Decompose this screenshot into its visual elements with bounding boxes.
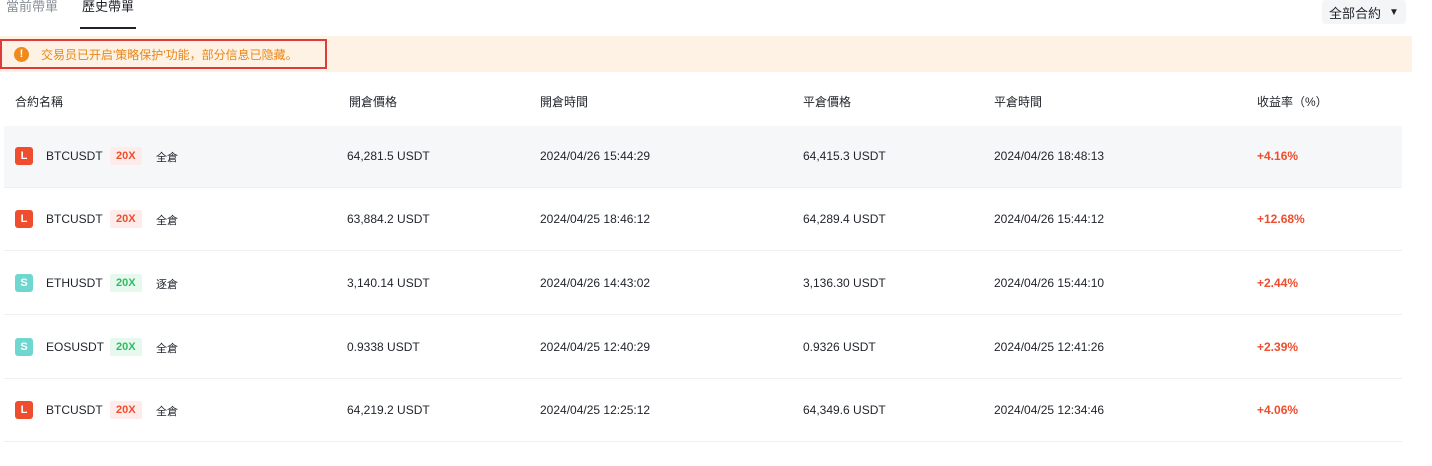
- contract-symbol: BTCUSDT: [46, 403, 103, 417]
- table-row[interactable]: L BTCUSDT 20X 全倉 64,219.2 USDT 2024/04/25 12:…: [4, 380, 1402, 442]
- contract-symbol: BTCUSDT: [46, 149, 103, 163]
- contract-filter-dropdown[interactable]: 全部合約 ▼: [1322, 0, 1406, 24]
- open-price: 0.9338 USDT: [347, 340, 420, 354]
- leverage-badge: 20X: [110, 147, 142, 165]
- open-price: 63,884.2 USDT: [347, 212, 430, 226]
- close-time: 2024/04/25 12:34:46: [994, 403, 1105, 417]
- contract-symbol: EOSUSDT: [46, 340, 105, 354]
- leverage-badge: 20X: [110, 274, 142, 292]
- column-header-close-time: 平倉時間: [994, 95, 1043, 109]
- close-time: 2024/04/25 12:41:26: [994, 340, 1105, 354]
- open-price: 3,140.14 USDT: [347, 276, 430, 290]
- tab-current-copy-trades[interactable]: 當前帶單: [6, 0, 58, 14]
- position-side-badge: L: [15, 401, 33, 419]
- table-header: 合約名稱 開倉價格 開倉時間 平倉價格 平倉時間 收益率（%）: [0, 93, 1432, 109]
- tab-history-copy-trades[interactable]: 歷史帶單: [82, 0, 134, 14]
- close-price: 3,136.30 USDT: [803, 276, 886, 290]
- pnl-percent: +4.16%: [1257, 149, 1299, 163]
- leverage-badge: 20X: [110, 338, 142, 356]
- pnl-percent: +4.06%: [1257, 403, 1299, 417]
- position-side-badge: L: [15, 210, 33, 228]
- position-side-badge: L: [15, 147, 33, 165]
- notice-text: 交易员已开启'策略保护'功能，部分信息已隐藏。: [41, 47, 298, 62]
- caret-down-icon: ▼: [1389, 6, 1399, 18]
- active-tab-indicator: [80, 27, 136, 29]
- contract-filter-label: 全部合約: [1329, 5, 1382, 21]
- contract-symbol: ETHUSDT: [46, 276, 103, 290]
- close-price: 64,289.4 USDT: [803, 212, 886, 226]
- close-price: 64,415.3 USDT: [803, 149, 886, 163]
- open-time: 2024/04/25 12:25:12: [540, 403, 651, 417]
- leverage-badge: 20X: [110, 210, 142, 228]
- close-price: 0.9326 USDT: [803, 340, 876, 354]
- pnl-percent: +12.68%: [1257, 212, 1305, 226]
- open-price: 64,281.5 USDT: [347, 149, 430, 163]
- table-row[interactable]: L BTCUSDT 20X 全倉 64,281.5 USDT 2024/04/26 15:…: [4, 126, 1402, 188]
- column-header-close-price: 平倉價格: [803, 95, 852, 109]
- open-time: 2024/04/25 12:40:29: [540, 340, 651, 354]
- notice-highlight: ! 交易员已开启'策略保护'功能，部分信息已隐藏。: [0, 39, 327, 69]
- close-time: 2024/04/26 15:44:10: [994, 276, 1105, 290]
- tab-bar: 當前帶單 歷史帶單: [0, 0, 1432, 30]
- pnl-percent: +2.44%: [1257, 276, 1299, 290]
- contract-symbol: BTCUSDT: [46, 212, 103, 226]
- position-side-badge: S: [15, 274, 33, 292]
- column-header-open-price: 開倉價格: [349, 95, 398, 109]
- column-header-symbol: 合約名稱: [15, 95, 64, 109]
- pnl-percent: +2.39%: [1257, 340, 1299, 354]
- open-time: 2024/04/25 18:46:12: [540, 212, 651, 226]
- position-side-badge: S: [15, 338, 33, 356]
- margin-mode: 逐倉: [156, 279, 178, 291]
- open-time: 2024/04/26 15:44:29: [540, 149, 651, 163]
- table-row[interactable]: S ETHUSDT 20X 逐倉 3,140.14 USDT 2024/04/26 14:…: [4, 253, 1402, 315]
- leverage-badge: 20X: [110, 401, 142, 419]
- margin-mode: 全倉: [156, 406, 178, 418]
- table-row[interactable]: L BTCUSDT 20X 全倉 63,884.2 USDT 2024/04/25 18:…: [4, 189, 1402, 251]
- margin-mode: 全倉: [156, 152, 178, 164]
- column-header-open-time: 開倉時間: [540, 95, 589, 109]
- open-time: 2024/04/26 14:43:02: [540, 276, 651, 290]
- table-row[interactable]: S EOSUSDT 20X 全倉 0.9338 USDT 2024/04/25 12:40…: [4, 317, 1402, 379]
- warning-icon: !: [14, 46, 29, 62]
- margin-mode: 全倉: [156, 343, 178, 355]
- close-time: 2024/04/26 18:48:13: [994, 149, 1105, 163]
- column-header-pnl: 收益率（%）: [1257, 95, 1328, 109]
- close-time: 2024/04/26 15:44:12: [994, 212, 1105, 226]
- close-price: 64,349.6 USDT: [803, 403, 886, 417]
- margin-mode: 全倉: [156, 215, 178, 227]
- open-price: 64,219.2 USDT: [347, 403, 430, 417]
